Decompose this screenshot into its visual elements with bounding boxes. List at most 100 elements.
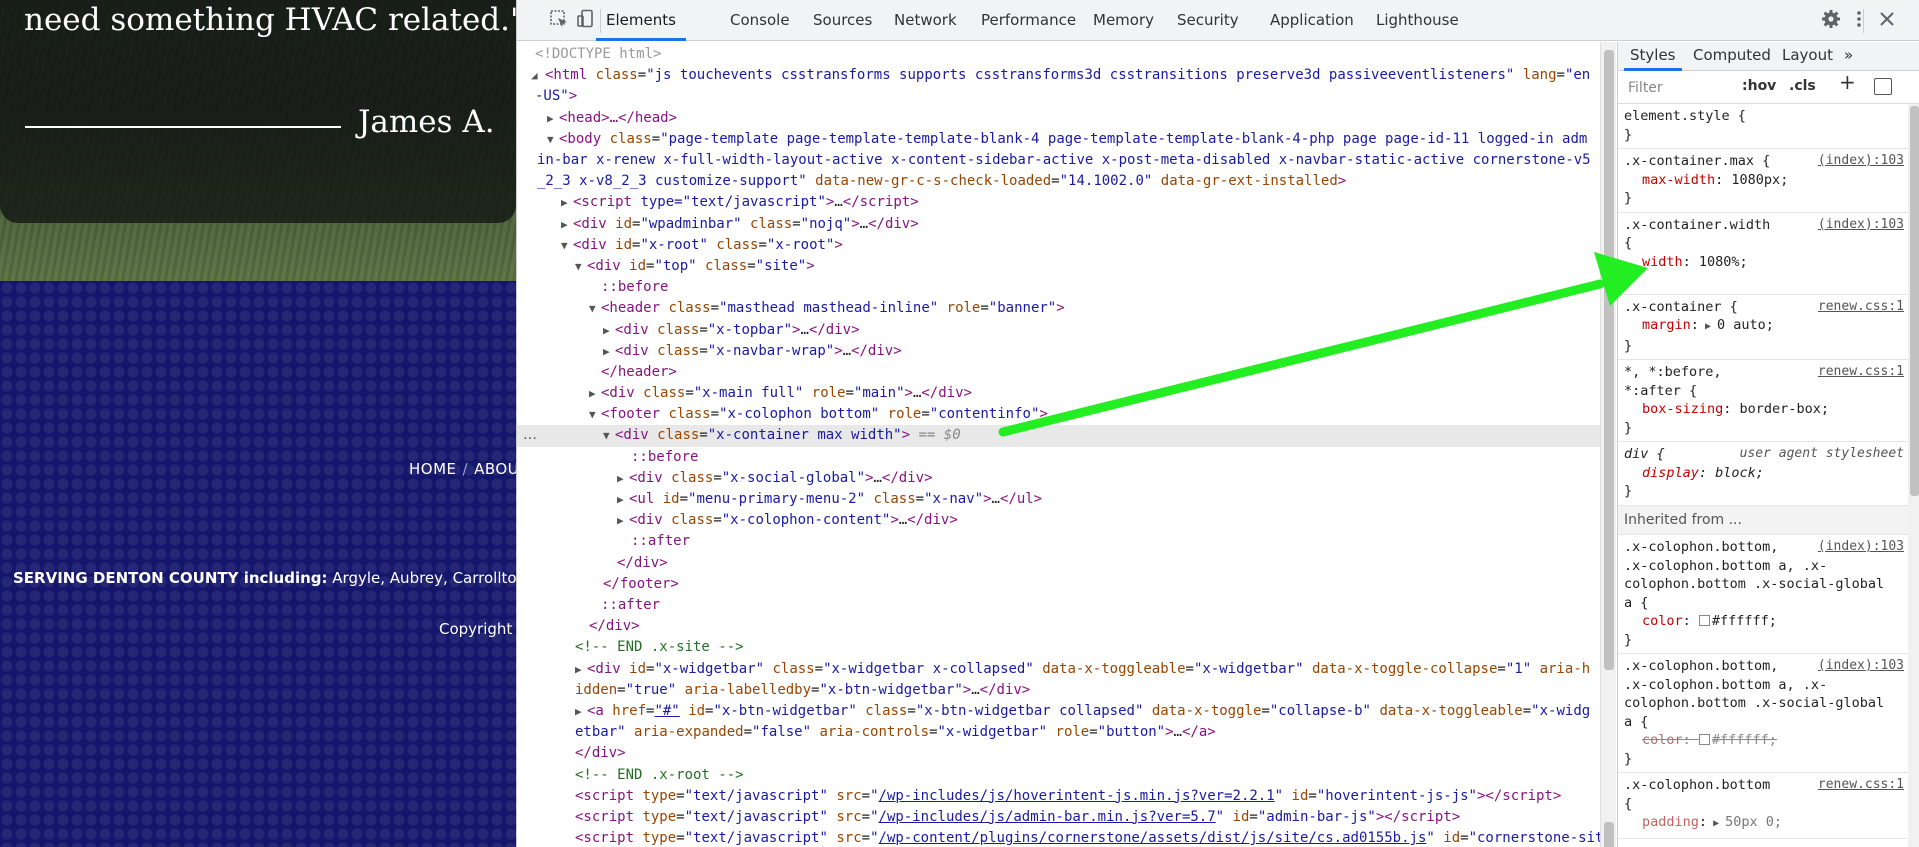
dom-node-body[interactable]: ▼ <body class="page-template page-templat… — [517, 129, 1600, 193]
inspect-element-icon[interactable] — [547, 9, 571, 33]
dom-node-footer-close[interactable]: </footer> — [517, 574, 1600, 595]
gear-icon[interactable] — [1819, 9, 1843, 34]
rule-selector: a { — [1624, 594, 1649, 611]
css-property-padding[interactable]: padding: ▶ 50px 0; — [1624, 813, 1902, 834]
dom-node-footer[interactable]: ▼ <footer class="x-colophon bottom" role=… — [517, 404, 1600, 425]
css-property[interactable]: box-sizing: border-box; — [1624, 400, 1902, 419]
inherited-rule-colophon-2[interactable]: (index):103 .x-colophon.bottom, .x-colop… — [1618, 654, 1908, 773]
dom-node-selected-container[interactable]: … ▼ <div class="x-container max width"> ==… — [517, 425, 1600, 447]
dom-node-script-hoverintent[interactable]: <script type="text/javascript" src="/wp-… — [517, 786, 1600, 807]
dom-node-top[interactable]: ▼ <div id="top" class="site"> — [517, 256, 1600, 277]
css-property-color-overridden[interactable]: color: #ffffff; — [1624, 731, 1902, 750]
rule-source-link[interactable]: (index):103 — [1818, 216, 1904, 235]
style-rule-universal[interactable]: renew.css:1 *, *:before, *:after { box-s… — [1618, 360, 1908, 442]
dom-node-head[interactable]: ▶ <head>…</head> — [517, 108, 1600, 129]
dom-node-menu[interactable]: ▶ <ul id="menu-primary-menu-2" class="x-n… — [517, 489, 1600, 510]
tab-elements[interactable]: Elements — [596, 0, 686, 41]
script-src-link[interactable]: /wp-includes/js/hoverintent-js.min.js?ve… — [879, 788, 1275, 804]
style-rule-container[interactable]: renew.css:1 .x-container { margin: ▶ 0 a… — [1618, 295, 1908, 360]
tab-styles[interactable]: Styles — [1624, 42, 1681, 71]
tab-sources[interactable]: Sources — [813, 0, 872, 41]
rule-source-link[interactable]: (index):103 — [1818, 538, 1904, 557]
style-rule-element[interactable]: element.style { } — [1618, 104, 1908, 149]
color-swatch[interactable] — [1698, 734, 1710, 745]
dom-node-colophon-content[interactable]: ▶ <div class="x-colophon-content">…</div> — [517, 510, 1600, 531]
dom-node-after-2[interactable]: ::after — [517, 595, 1600, 616]
rule-source-link[interactable]: renew.css:1 — [1818, 776, 1904, 795]
script-src-link[interactable]: /wp-content/plugins/cornerstone/assets/d… — [879, 830, 1427, 846]
expand-triangle-icon[interactable]: ▼ — [547, 129, 559, 150]
hover-state-toggle[interactable]: :hov — [1742, 77, 1776, 96]
dom-node-social[interactable]: ▶ <div class="x-social-global">…</div> — [517, 468, 1600, 489]
tab-security[interactable]: Security — [1177, 0, 1239, 41]
scrollbar-thumb[interactable] — [1604, 50, 1614, 670]
dom-node-script-adminbar[interactable]: <script type="text/javascript" src="/wp-… — [517, 807, 1600, 828]
elements-tree[interactable]: <!DOCTYPE html> ◢ <html class="js touchev… — [517, 42, 1600, 847]
script-src-link[interactable]: /wp-includes/js/admin-bar.min.js?ver=5.7 — [879, 809, 1216, 825]
dom-node-wpadminbar[interactable]: ▶ <div id="wpadminbar" class="nojq">…</di… — [517, 214, 1600, 235]
dom-node-div-close-2[interactable]: </div> — [517, 616, 1600, 637]
tab-application[interactable]: Application — [1270, 0, 1354, 41]
dom-node-before-2[interactable]: ::before — [517, 447, 1600, 468]
dom-node-widgetbar-button[interactable]: ▶ <a href="#" id="x-btn-widgetbar" class=… — [517, 701, 1600, 743]
node-actions-ellipsis[interactable]: … — [523, 425, 537, 446]
dom-node-header-close[interactable]: </header> — [517, 362, 1600, 383]
dom-node-div-close-3[interactable]: </div> — [517, 743, 1600, 764]
dom-node-main[interactable]: ▶ <div class="x-main full" role="main">…<… — [517, 383, 1600, 404]
footer-nav-home[interactable]: HOME — [409, 460, 457, 478]
dom-node-comment-root[interactable]: <!-- END .x-root --> — [517, 765, 1600, 786]
style-rule-user-agent[interactable]: user agent stylesheet div { display: blo… — [1618, 442, 1908, 506]
dom-node-before[interactable]: ::before — [517, 277, 1600, 298]
tab-network[interactable]: Network — [894, 0, 957, 41]
css-property[interactable]: max-width: 1080px; — [1624, 171, 1902, 190]
expand-triangle-icon[interactable]: ◢ — [531, 65, 545, 86]
style-rule-container-max[interactable]: (index):103 .x-container.max { max-width… — [1618, 149, 1908, 213]
dom-node-comment-site[interactable]: <!-- END .x-site --> — [517, 637, 1600, 658]
footer-nav-about[interactable]: ABOU — [474, 460, 516, 478]
dom-node-html[interactable]: ◢ <html class="js touchevents csstransfor… — [517, 65, 1600, 107]
tab-performance[interactable]: Performance — [981, 0, 1076, 41]
styles-scrollbar[interactable] — [1908, 104, 1919, 847]
css-property-width[interactable]: width: 1080%; — [1624, 253, 1902, 272]
styles-sidebar: Styles Computed Layout » Filter :hov .cl… — [1617, 42, 1919, 847]
styles-filter-input[interactable]: Filter — [1624, 77, 1732, 99]
class-toggle[interactable]: .cls — [1789, 77, 1816, 96]
inherited-rule-colophon-1[interactable]: (index):103 .x-colophon.bottom, .x-colop… — [1618, 535, 1908, 654]
dom-node-navbar[interactable]: ▶ <div class="x-navbar-wrap">…</div> — [517, 341, 1600, 362]
rule-source-link[interactable]: (index):103 — [1818, 152, 1904, 171]
css-property[interactable]: margin: ▶ 0 auto; — [1624, 316, 1902, 337]
dom-node-widgetbar[interactable]: ▶ <div id="x-widgetbar" class="x-widgetba… — [517, 659, 1600, 701]
device-toolbar-icon[interactable] — [574, 9, 598, 33]
close-icon[interactable] — [1875, 9, 1899, 34]
scrollbar-thumb[interactable] — [1910, 106, 1919, 496]
new-rule-plus-icon[interactable]: + — [1839, 72, 1856, 91]
rule-source-link[interactable]: renew.css:1 — [1818, 298, 1904, 317]
elements-scrollbar[interactable] — [1600, 42, 1616, 847]
color-swatch[interactable] — [1698, 615, 1710, 626]
tab-console[interactable]: Console — [730, 0, 790, 41]
rule-source-link[interactable]: (index):103 — [1818, 657, 1904, 676]
tab-lighthouse[interactable]: Lighthouse — [1376, 0, 1459, 41]
tab-layout[interactable]: Layout — [1782, 42, 1833, 71]
style-rule-container-width[interactable]: (index):103 .x-container.width { width: … — [1618, 213, 1908, 295]
tab-memory[interactable]: Memory — [1093, 0, 1154, 41]
dom-node-script[interactable]: ▶ <script type="text/javascript">…</scrip… — [517, 192, 1600, 213]
dom-node-div-close[interactable]: </div> — [517, 553, 1600, 574]
more-tabs-chevron-icon[interactable]: » — [1844, 42, 1853, 71]
css-property[interactable]: display: block; — [1624, 464, 1902, 483]
dom-node-doctype[interactable]: <!DOCTYPE html> — [517, 44, 1600, 65]
inherited-rule-colophon-3[interactable]: renew.css:1 .x-colophon.bottom { padding… — [1618, 773, 1908, 839]
dom-node-header[interactable]: ▼ <header class="masthead masthead-inline… — [517, 298, 1600, 319]
dom-node-topbar[interactable]: ▶ <div class="x-topbar">…</div> — [517, 320, 1600, 341]
toggle-sidebar-icon[interactable] — [1874, 78, 1892, 95]
kebab-menu-icon[interactable] — [1847, 9, 1871, 34]
dom-node-x-root[interactable]: ▼ <div id="x-root" class="x-root"> — [517, 235, 1600, 256]
scrollbar-thumb-lower[interactable] — [1604, 822, 1614, 847]
rule-source-link[interactable]: renew.css:1 — [1818, 363, 1904, 382]
tab-computed[interactable]: Computed — [1693, 42, 1771, 71]
collapsed-triangle-icon[interactable]: ▶ — [547, 108, 559, 129]
dom-node-after[interactable]: ::after — [517, 531, 1600, 552]
testimonial-quote: need something HVAC related." — [24, 2, 516, 38]
dom-node-script-cornerstone[interactable]: <script type="text/javascript" src="/wp-… — [517, 828, 1600, 847]
css-property-color[interactable]: color: #ffffff; — [1624, 612, 1902, 631]
